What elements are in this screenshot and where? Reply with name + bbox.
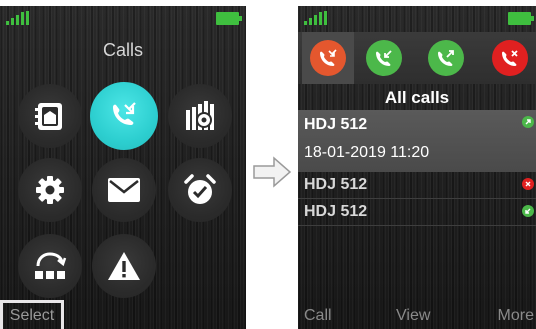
call-list-item[interactable]: HDJ 512 [298, 172, 536, 199]
incoming-status-icon [522, 205, 534, 217]
warning-icon [108, 252, 140, 280]
envelope-icon [108, 178, 140, 202]
call-log-screen: All calls HDJ 512 18-01-2019 11:20 HDJ 5… [298, 6, 536, 329]
all-calls-icon [320, 49, 337, 66]
network-share-icon [35, 252, 67, 279]
menu-item-messages[interactable] [92, 158, 156, 222]
menu-item-calls[interactable] [90, 82, 158, 150]
call-contact-name: HDJ 512 [304, 203, 368, 220]
tab-missed-calls[interactable] [492, 40, 528, 76]
signal-strength-icon [6, 11, 29, 25]
status-bar [0, 6, 246, 28]
status-bar [298, 6, 536, 28]
incoming-call-icon [376, 50, 392, 66]
call-contact-name: HDJ 512 [304, 176, 368, 193]
call-list-item[interactable]: HDJ 512 [298, 199, 536, 226]
alarm-clock-icon [184, 174, 216, 204]
selected-call-entry[interactable]: HDJ 512 18-01-2019 11:20 [298, 110, 536, 172]
signal-strength-icon [304, 11, 327, 25]
menu-item-settings[interactable] [18, 158, 82, 222]
softkey-call[interactable]: Call [304, 303, 332, 329]
call-datetime: 18-01-2019 11:20 [304, 144, 430, 161]
contacts-book-icon [35, 103, 62, 130]
menu-item-network[interactable] [18, 234, 82, 298]
gear-icon [36, 176, 64, 204]
outgoing-status-icon [522, 116, 534, 128]
menu-item-warning[interactable] [92, 234, 156, 298]
tab-outgoing-calls[interactable] [428, 40, 464, 76]
main-menu-screen: Calls Select [0, 6, 246, 329]
menu-item-settings-panel[interactable] [168, 84, 232, 148]
phone-navigation-illustration: Calls Select All calls HDJ 512 18-01-201… [0, 0, 536, 329]
softkey-select[interactable]: Select [0, 300, 64, 329]
softkey-view[interactable]: View [396, 303, 430, 329]
menu-item-alarm[interactable] [168, 158, 232, 222]
navigation-arrow-icon [253, 156, 292, 188]
call-filter-tabs [298, 32, 536, 84]
tab-incoming-calls[interactable] [366, 40, 402, 76]
battery-icon [508, 12, 534, 25]
settings-panel-icon [186, 101, 214, 130]
menu-title: Calls [102, 40, 143, 60]
tab-all-calls[interactable] [310, 40, 346, 76]
softkey-more[interactable]: More [498, 303, 534, 329]
missed-status-icon [522, 178, 534, 190]
call-list-heading: All calls [384, 88, 450, 107]
outgoing-call-icon [438, 50, 454, 66]
calls-icon [113, 102, 136, 125]
call-contact-name: HDJ 512 [304, 116, 368, 133]
menu-item-contacts[interactable] [18, 84, 82, 148]
missed-call-icon [502, 50, 518, 66]
battery-icon [216, 12, 242, 25]
